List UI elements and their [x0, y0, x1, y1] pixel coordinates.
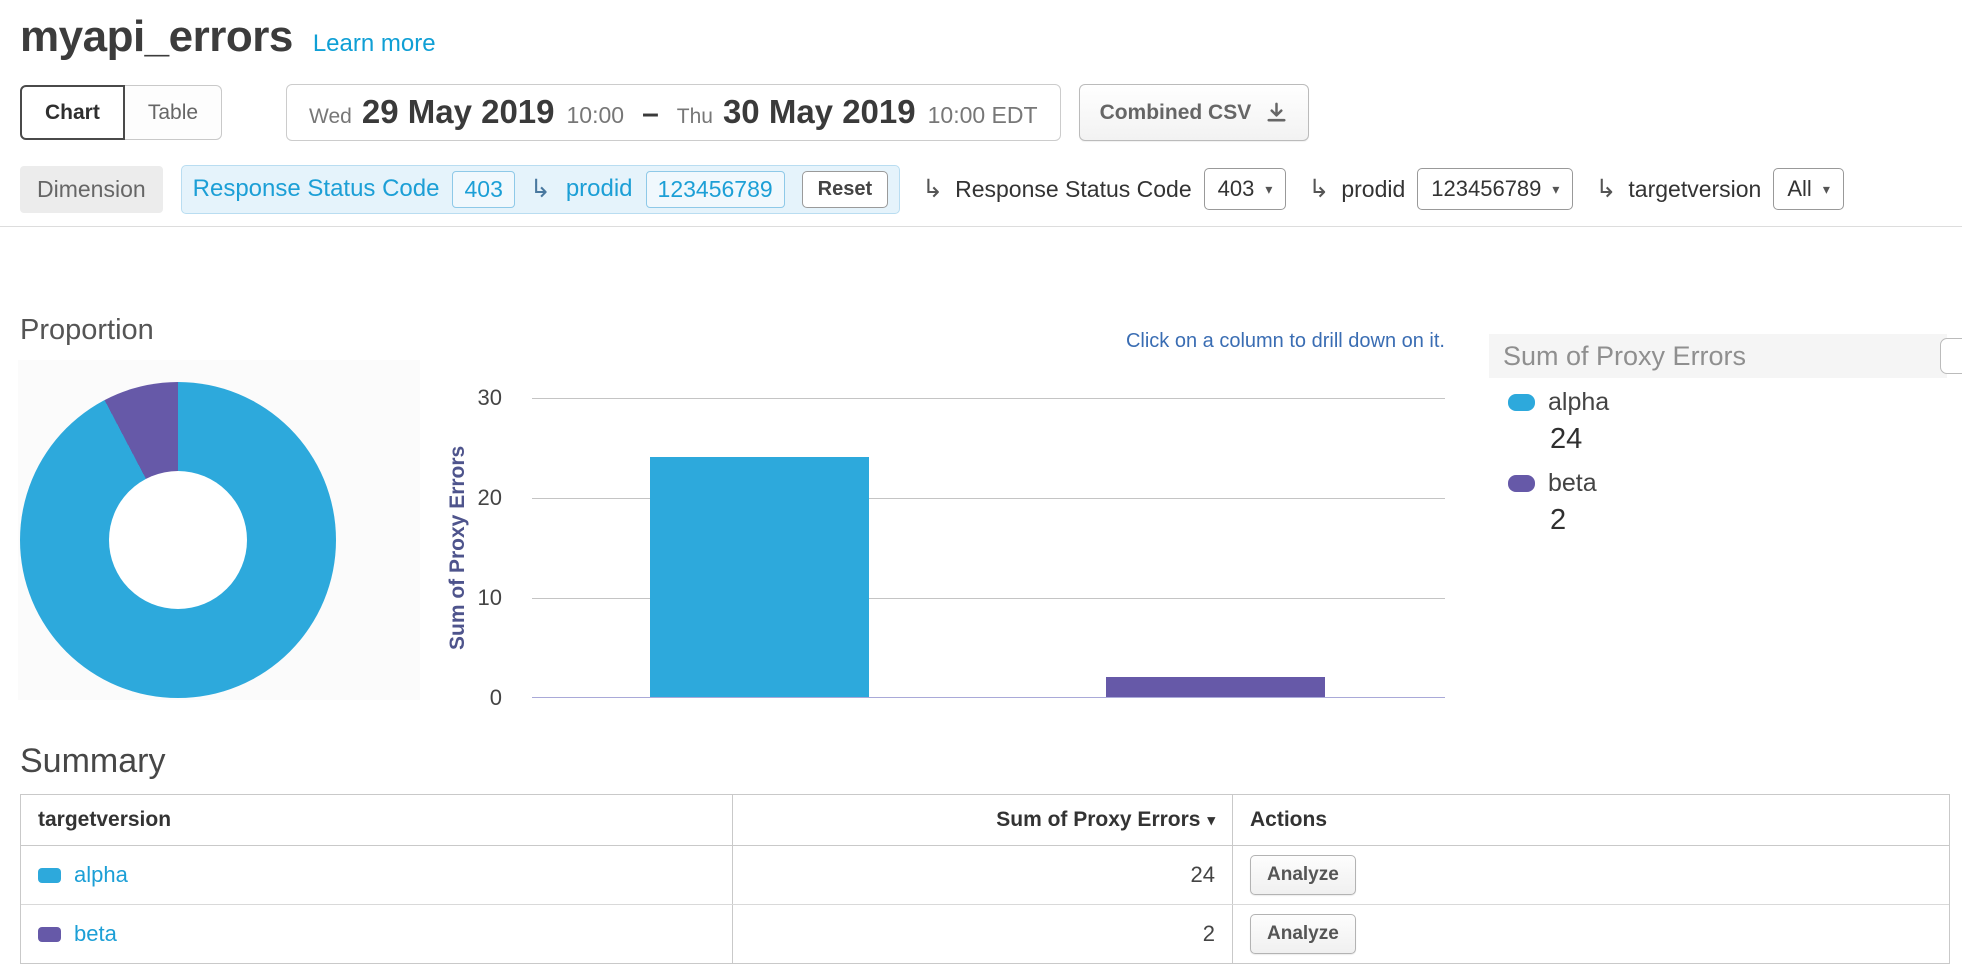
- legend-value: 24: [1550, 423, 1609, 456]
- tick-label: 30: [478, 385, 502, 411]
- page-title: myapi_errors: [20, 12, 293, 62]
- donut-chart[interactable]: [20, 382, 336, 698]
- branch-arrow-icon: ↳: [1308, 174, 1329, 204]
- date-start-time: 10:00: [567, 102, 625, 128]
- dimension-label: Dimension: [20, 166, 163, 213]
- legend-label: beta: [1548, 469, 1597, 498]
- filter-dropdown-targetversion[interactable]: All ▾: [1773, 168, 1843, 210]
- csv-button-label: Combined CSV: [1100, 101, 1252, 125]
- actions-cell: Analyze: [1233, 846, 1949, 904]
- legend-item: beta: [1508, 469, 1609, 498]
- drilldown-breadcrumb: Response Status Code 403 ↳ prodid 123456…: [181, 165, 900, 214]
- bar-alpha[interactable]: [650, 457, 869, 697]
- drilldown-dimension-name: Response Status Code: [193, 175, 440, 203]
- caret-down-icon: ▾: [1823, 181, 1830, 198]
- filter-name-prodid: prodid: [1341, 176, 1405, 203]
- table-row-alpha: alpha 24 Analyze: [21, 846, 1949, 904]
- filter-dropdown-response-status-code[interactable]: 403 ▾: [1204, 168, 1287, 210]
- reset-button[interactable]: Reset: [802, 171, 888, 208]
- legend-panel-title: Sum of Proxy Errors: [1503, 341, 1746, 372]
- targetversion-cell: alpha: [21, 846, 733, 904]
- dimension-filter-bar: Dimension Response Status Code 403 ↳ pro…: [20, 162, 1952, 216]
- tab-table[interactable]: Table: [125, 85, 222, 140]
- filter-name-response-status-code: Response Status Code: [955, 176, 1192, 203]
- dropdown-selected-value: All: [1787, 176, 1811, 202]
- legend-panel-header: Sum of Proxy Errors: [1489, 334, 1947, 378]
- panel-collapse-handle[interactable]: [1940, 338, 1962, 374]
- actions-cell: Analyze: [1233, 905, 1949, 963]
- column-header-targetversion: targetversion: [21, 795, 733, 845]
- legend-item: alpha: [1508, 388, 1609, 417]
- date-start-day: Wed: [309, 105, 352, 128]
- value-cell: 24: [733, 846, 1233, 904]
- date-end-time: 10:00 EDT: [928, 102, 1038, 128]
- drilldown-value-chip[interactable]: 123456789: [646, 171, 785, 208]
- beta-series-swatch: [1508, 475, 1535, 492]
- summary-title: Summary: [20, 742, 165, 781]
- caret-down-icon: ▾: [1265, 181, 1272, 198]
- analytics-report-page: myapi_errors Learn more Chart Table Wed 2…: [0, 0, 1962, 976]
- proportion-title: Proportion: [20, 314, 154, 347]
- row-link-beta[interactable]: beta: [74, 921, 117, 947]
- filter-dropdown-prodid[interactable]: 123456789 ▾: [1417, 168, 1573, 210]
- drilldown-arrow-icon: ↳: [530, 174, 551, 204]
- legend-label: alpha: [1548, 388, 1609, 417]
- sort-desc-icon: ▾: [1207, 811, 1215, 829]
- summary-table: targetversion Sum of Proxy Errors ▾ Acti…: [20, 794, 1950, 964]
- column-header-label: Sum of Proxy Errors: [996, 808, 1200, 832]
- tick-label: 0: [490, 685, 502, 711]
- branch-arrow-icon: ↳: [922, 174, 943, 204]
- toolbar: Chart Table Wed 29 May 2019 10:00–Thu 30 Ma…: [20, 84, 1309, 141]
- filter-name-targetversion: targetversion: [1628, 176, 1761, 203]
- column-header-sum-of-proxy-errors[interactable]: Sum of Proxy Errors ▾: [733, 795, 1233, 845]
- analyze-button-alpha[interactable]: Analyze: [1250, 855, 1356, 895]
- tick-label: 10: [478, 585, 502, 611]
- bar-beta[interactable]: [1106, 677, 1325, 697]
- branch-arrow-icon: ↳: [1595, 174, 1616, 204]
- table-header-row: targetversion Sum of Proxy Errors ▾ Acti…: [21, 795, 1949, 846]
- dropdown-selected-value: 403: [1218, 176, 1255, 202]
- table-row-beta: beta 2 Analyze: [21, 904, 1949, 963]
- beta-series-swatch: [38, 927, 61, 942]
- date-start-date: 29 May 2019: [362, 93, 555, 130]
- column-header-actions: Actions: [1233, 795, 1949, 845]
- row-link-alpha[interactable]: alpha: [74, 862, 128, 888]
- alpha-series-swatch: [1508, 394, 1535, 411]
- date-range-picker[interactable]: Wed 29 May 2019 10:00–Thu 30 May 2019 10:00 …: [286, 84, 1061, 141]
- targetversion-cell: beta: [21, 905, 733, 963]
- date-end-day: Thu: [677, 105, 713, 128]
- drilldown-hint-text: Click on a column to drill down on it.: [1126, 330, 1445, 353]
- combined-csv-button[interactable]: Combined CSV: [1079, 84, 1310, 141]
- y-axis-ticks: 30 20 10 0: [452, 398, 514, 698]
- page-header: myapi_errors Learn more: [20, 12, 436, 62]
- tick-label: 20: [478, 485, 502, 511]
- view-toggle: Chart Table: [20, 85, 222, 140]
- learn-more-link[interactable]: Learn more: [313, 30, 436, 58]
- drilldown-dimension-name: prodid: [566, 175, 633, 203]
- date-end-date: 30 May 2019: [723, 93, 916, 130]
- dropdown-selected-value: 123456789: [1431, 176, 1541, 202]
- legend: alpha 24 beta 2: [1508, 388, 1609, 550]
- tab-chart[interactable]: Chart: [20, 85, 125, 140]
- gridline: [532, 398, 1445, 399]
- download-icon: [1265, 101, 1288, 124]
- legend-value: 2: [1550, 504, 1609, 537]
- baseline: [532, 697, 1445, 698]
- analyze-button-beta[interactable]: Analyze: [1250, 914, 1356, 954]
- date-range-separator: –: [642, 97, 659, 130]
- bar-chart-plot: [532, 398, 1445, 698]
- section-divider: [0, 226, 1962, 227]
- value-cell: 2: [733, 905, 1233, 963]
- caret-down-icon: ▾: [1552, 181, 1559, 198]
- donut-panel: [18, 360, 420, 700]
- alpha-series-swatch: [38, 868, 61, 883]
- drilldown-value-chip[interactable]: 403: [452, 171, 514, 208]
